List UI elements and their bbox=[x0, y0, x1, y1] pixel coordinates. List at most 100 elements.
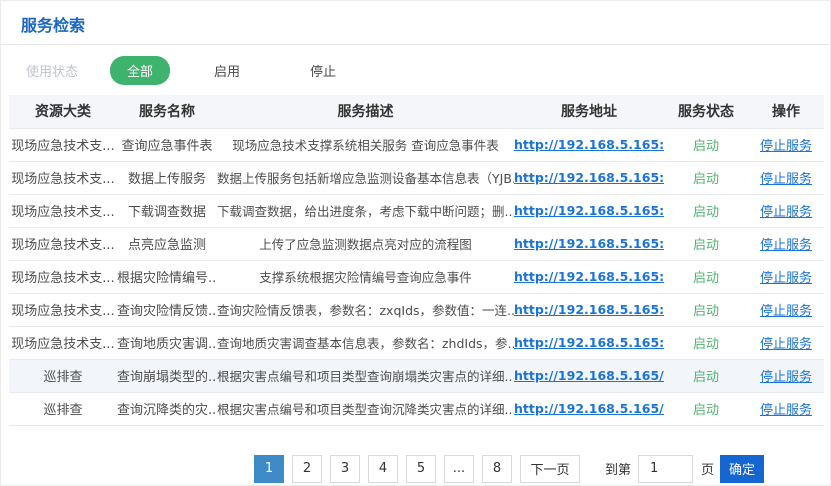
service-url-link[interactable]: http://192.168.5.165:88... bbox=[514, 335, 664, 350]
stop-service-link[interactable]: 停止服务 bbox=[760, 271, 812, 286]
category-cell: 现场应急技术支... bbox=[9, 260, 117, 293]
action-cell: 停止服务 bbox=[748, 161, 824, 194]
service-url-link[interactable]: http://192.168.5.165:88... bbox=[514, 236, 664, 251]
service-desc-cell: 上传了应急监测数据点亮对应的流程图 bbox=[217, 227, 514, 260]
table-row: 巡排查 查询崩塌类型的... 根据灾害点编号和项目类型查询崩塌类灾害点的详细..… bbox=[9, 359, 824, 392]
confirm-button[interactable]: 确定 bbox=[720, 455, 764, 483]
page-button[interactable]: 2 bbox=[292, 455, 322, 483]
service-url-cell: http://192.168.5.165/ys... bbox=[514, 392, 664, 425]
status-running-text: 启动 bbox=[693, 337, 719, 352]
stop-service-link[interactable]: 停止服务 bbox=[760, 403, 812, 418]
service-url-link[interactable]: http://192.168.5.165/ys... bbox=[514, 401, 664, 416]
page-button-active[interactable]: 1 bbox=[254, 455, 284, 483]
action-cell: 停止服务 bbox=[748, 359, 824, 392]
service-desc-cell: 支撑系统根据灾险情编号查询应急事件 bbox=[217, 260, 514, 293]
service-name-cell: 查询灾险情反馈... bbox=[117, 293, 217, 326]
action-cell: 停止服务 bbox=[748, 194, 824, 227]
category-cell: 现场应急技术支... bbox=[9, 227, 117, 260]
service-name-cell: 查询沉降类的灾... bbox=[117, 392, 217, 425]
service-desc-cell: 数据上传服务包括新增应急监测设备基本信息表（YJB... bbox=[217, 161, 514, 194]
table-row: 现场应急技术支... 根据灾险情编号... 支撑系统根据灾险情编号查询应急事件 … bbox=[9, 260, 824, 293]
service-status-cell: 启动 bbox=[664, 260, 748, 293]
filter-option-stopped[interactable]: 停止 bbox=[296, 56, 350, 85]
service-desc-cell: 根据灾害点编号和项目类型查询沉降类灾害点的详细... bbox=[217, 392, 514, 425]
stop-service-link[interactable]: 停止服务 bbox=[760, 238, 812, 253]
service-status-cell: 启动 bbox=[664, 227, 748, 260]
service-desc-cell: 查询灾险情反馈表，参数名：zxqIds，参数值：一连... bbox=[217, 293, 514, 326]
status-running-text: 启动 bbox=[693, 304, 719, 319]
action-cell: 停止服务 bbox=[748, 227, 824, 260]
service-url-cell: http://192.168.5.165:88... bbox=[514, 128, 664, 161]
service-name-cell: 查询崩塌类型的... bbox=[117, 359, 217, 392]
next-page-button[interactable]: 下一页 bbox=[520, 455, 580, 483]
service-url-link[interactable]: http://192.168.5.165:88... bbox=[514, 170, 664, 185]
page-button[interactable]: ... bbox=[444, 455, 474, 483]
table-row: 巡排查 查询沉降类的灾... 根据灾害点编号和项目类型查询沉降类灾害点的详细..… bbox=[9, 392, 824, 425]
column-header: 服务状态 bbox=[664, 95, 748, 128]
column-header: 资源大类 bbox=[9, 95, 117, 128]
stop-service-link[interactable]: 停止服务 bbox=[760, 172, 812, 187]
page-button[interactable]: 3 bbox=[330, 455, 360, 483]
category-cell: 现场应急技术支... bbox=[9, 293, 117, 326]
status-running-text: 启动 bbox=[693, 172, 719, 187]
status-running-text: 启动 bbox=[693, 271, 719, 286]
table-row: 现场应急技术支... 数据上传服务 数据上传服务包括新增应急监测设备基本信息表（… bbox=[9, 161, 824, 194]
stop-service-link[interactable]: 停止服务 bbox=[760, 370, 812, 385]
stop-service-link[interactable]: 停止服务 bbox=[760, 205, 812, 220]
service-name-cell: 根据灾险情编号... bbox=[117, 260, 217, 293]
page-button[interactable]: 8 bbox=[482, 455, 512, 483]
status-running-text: 启动 bbox=[693, 139, 719, 154]
column-header: 服务名称 bbox=[117, 95, 217, 128]
service-desc-cell: 根据灾害点编号和项目类型查询崩塌类灾害点的详细... bbox=[217, 359, 514, 392]
page-buttons: 12345... 8 bbox=[254, 455, 520, 483]
service-url-link[interactable]: http://192.168.5.165:88... bbox=[514, 203, 664, 218]
stop-service-link[interactable]: 停止服务 bbox=[760, 337, 812, 352]
service-url-cell: http://192.168.5.165:88... bbox=[514, 293, 664, 326]
table-row: 现场应急技术支... 下载调查数据 下载调查数据，给出进度条，考虑下载中断问题；… bbox=[9, 194, 824, 227]
page-button[interactable]: 4 bbox=[368, 455, 398, 483]
service-url-link[interactable]: http://192.168.5.165:88... bbox=[514, 269, 664, 284]
stop-service-link[interactable]: 停止服务 bbox=[760, 139, 812, 154]
action-cell: 停止服务 bbox=[748, 326, 824, 359]
action-cell: 停止服务 bbox=[748, 128, 824, 161]
action-cell: 停止服务 bbox=[748, 260, 824, 293]
category-cell: 现场应急技术支... bbox=[9, 326, 117, 359]
service-desc-cell: 现场应急技术支撑系统相关服务 查询应急事件表 bbox=[217, 128, 514, 161]
table-row: 现场应急技术支... 查询应急事件表 现场应急技术支撑系统相关服务 查询应急事件… bbox=[9, 128, 824, 161]
service-name-cell: 查询应急事件表 bbox=[117, 128, 217, 161]
service-search-panel: 服务检索 使用状态 全部启用停止 资源大类服务名称服务描述服务地址服务状态操作 … bbox=[0, 0, 831, 486]
service-name-cell: 数据上传服务 bbox=[117, 161, 217, 194]
goto-page-input[interactable] bbox=[638, 455, 693, 483]
filter-options: 全部 启用 停止 bbox=[110, 56, 392, 85]
page-button[interactable]: 5 bbox=[406, 455, 436, 483]
service-status-cell: 启动 bbox=[664, 194, 748, 227]
status-running-text: 启动 bbox=[693, 238, 719, 253]
filter-option-enabled[interactable]: 启用 bbox=[200, 56, 254, 85]
table-body: 现场应急技术支... 查询应急事件表 现场应急技术支撑系统相关服务 查询应急事件… bbox=[9, 128, 824, 425]
status-running-text: 启动 bbox=[693, 205, 719, 220]
stop-service-link[interactable]: 停止服务 bbox=[760, 304, 812, 319]
table-row: 现场应急技术支... 查询地质灾害调... 查询地质灾害调查基本信息表，参数名：… bbox=[9, 326, 824, 359]
table-row: 现场应急技术支... 点亮应急监测 上传了应急监测数据点亮对应的流程图 http… bbox=[9, 227, 824, 260]
service-url-link[interactable]: http://192.168.5.165/ys... bbox=[514, 368, 664, 383]
service-url-cell: http://192.168.5.165:88... bbox=[514, 161, 664, 194]
service-status-cell: 启动 bbox=[664, 293, 748, 326]
service-url-cell: http://192.168.5.165:88... bbox=[514, 227, 664, 260]
service-name-cell: 查询地质灾害调... bbox=[117, 326, 217, 359]
goto-page-suffix: 页 bbox=[701, 459, 714, 478]
page-title: 服务检索 bbox=[1, 1, 830, 44]
status-running-text: 启动 bbox=[693, 403, 719, 418]
service-url-link[interactable]: http://192.168.5.165:88... bbox=[514, 137, 664, 152]
goto-page-prefix: 到第 bbox=[605, 459, 631, 478]
service-status-cell: 启动 bbox=[664, 392, 748, 425]
category-cell: 现场应急技术支... bbox=[9, 161, 117, 194]
service-status-cell: 启动 bbox=[664, 161, 748, 194]
category-cell: 现场应急技术支... bbox=[9, 128, 117, 161]
service-name-cell: 点亮应急监测 bbox=[117, 227, 217, 260]
service-desc-cell: 下载调查数据，给出进度条，考虑下载中断问题；删... bbox=[217, 194, 514, 227]
service-url-link[interactable]: http://192.168.5.165:88... bbox=[514, 302, 664, 317]
filter-option-all[interactable]: 全部 bbox=[110, 56, 170, 85]
service-url-cell: http://192.168.5.165/ys... bbox=[514, 359, 664, 392]
action-cell: 停止服务 bbox=[748, 392, 824, 425]
service-status-cell: 启动 bbox=[664, 359, 748, 392]
